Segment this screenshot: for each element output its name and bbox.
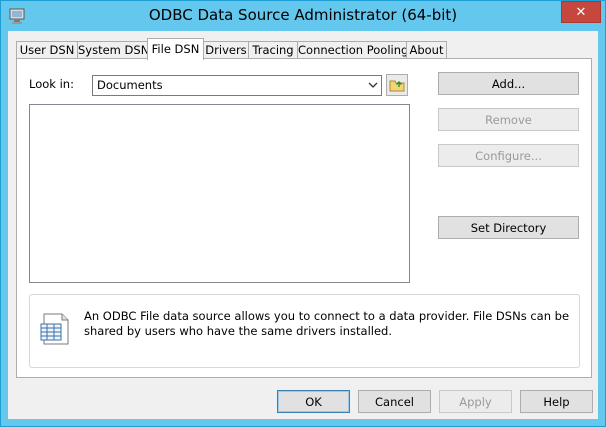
- file-dsn-info-icon: [40, 313, 69, 345]
- folder-up-button[interactable]: [386, 74, 408, 96]
- info-description: An ODBC File data source allows you to c…: [84, 309, 570, 338]
- window-title: ODBC Data Source Administrator (64-bit): [148, 6, 458, 24]
- look-in-dropdown[interactable]: Documents: [92, 75, 382, 96]
- title-bar[interactable]: ODBC Data Source Administrator (64-bit) …: [1, 1, 605, 31]
- file-dsn-list[interactable]: [29, 104, 410, 283]
- cancel-button[interactable]: Cancel: [358, 390, 431, 413]
- folder-up-icon: [389, 80, 405, 92]
- apply-button[interactable]: Apply: [439, 390, 512, 413]
- dialog-client-area: User DSN System DSN File DSN Drivers Tra…: [8, 31, 598, 419]
- remove-button[interactable]: Remove: [438, 108, 579, 131]
- set-directory-button[interactable]: Set Directory: [438, 216, 579, 239]
- look-in-label: Look in:: [29, 77, 74, 91]
- file-dsn-panel: Look in: Documents Add... Remove Configu…: [16, 58, 592, 378]
- info-box: An ODBC File data source allows you to c…: [29, 294, 580, 368]
- add-button[interactable]: Add...: [438, 72, 579, 95]
- look-in-value: Documents: [97, 78, 163, 92]
- tab-drivers[interactable]: Drivers: [203, 41, 249, 59]
- close-icon: ✕: [575, 4, 587, 20]
- tab-file-dsn[interactable]: File DSN: [147, 38, 204, 60]
- tab-system-dsn[interactable]: System DSN: [77, 41, 149, 59]
- tab-about[interactable]: About: [406, 41, 447, 59]
- help-button[interactable]: Help: [520, 390, 593, 413]
- odbc-admin-window: ODBC Data Source Administrator (64-bit) …: [0, 0, 606, 427]
- ok-button[interactable]: OK: [277, 390, 350, 413]
- close-button[interactable]: ✕: [561, 1, 601, 23]
- configure-button[interactable]: Configure...: [438, 144, 579, 167]
- tab-user-dsn[interactable]: User DSN: [16, 41, 78, 59]
- chevron-down-icon: [368, 82, 378, 88]
- tab-tracing[interactable]: Tracing: [248, 41, 298, 59]
- tab-connection-pooling[interactable]: Connection Pooling: [297, 41, 408, 59]
